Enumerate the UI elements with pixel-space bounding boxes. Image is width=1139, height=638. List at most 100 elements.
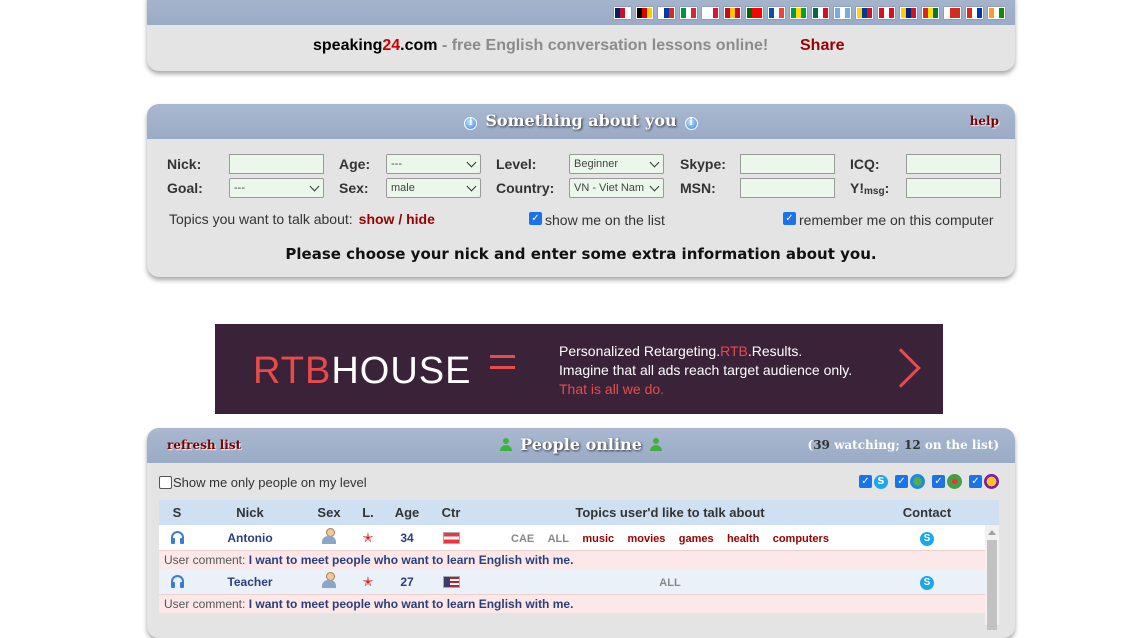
nick-input[interactable] xyxy=(229,154,324,174)
user-nick[interactable]: Antonio xyxy=(195,531,305,545)
topics-toggle-link[interactable]: show / hide xyxy=(359,211,435,227)
user-nick[interactable]: Teacher xyxy=(195,575,305,589)
remember-me-checkbox[interactable]: ✓ xyxy=(783,212,796,225)
flag-mx-icon[interactable] xyxy=(812,7,829,19)
col-level-header[interactable]: L. xyxy=(353,505,383,520)
topic-tag: games xyxy=(678,532,714,545)
level-star-icon: ✭ xyxy=(362,529,374,545)
topics-row: Topics you want to talk about: show / hid… xyxy=(169,211,435,227)
chevron-down-icon xyxy=(466,181,477,192)
chevron-right-icon[interactable] xyxy=(881,348,921,388)
site-name: speaking24.com - free English conversati… xyxy=(313,37,769,54)
skype-icon[interactable]: S xyxy=(920,575,934,590)
col-country-header[interactable]: Ctr xyxy=(431,505,471,520)
flag-bo-icon[interactable] xyxy=(922,7,939,19)
goal-label: Goal: xyxy=(167,180,203,196)
info-icon[interactable]: i xyxy=(684,117,698,130)
flag-it-icon[interactable] xyxy=(680,7,697,19)
flag-co-icon[interactable] xyxy=(856,7,873,19)
headphones-icon xyxy=(170,574,184,588)
level-tag: ALL xyxy=(547,532,569,545)
level-tag: CAE xyxy=(511,532,535,545)
flag-fr-icon[interactable] xyxy=(768,7,785,19)
skype-filter[interactable]: ✓ S xyxy=(859,474,888,489)
scroll-up-icon[interactable] xyxy=(988,530,996,535)
flag-cl-icon[interactable] xyxy=(944,7,961,19)
male-user-icon xyxy=(322,572,336,588)
topic-tag: music xyxy=(582,532,615,545)
goal-select[interactable]: --- xyxy=(229,178,324,198)
yahoo-filter[interactable]: ✓ xyxy=(969,474,999,489)
skype-icon: S xyxy=(874,474,888,489)
icq-filter-checkbox[interactable]: ✓ xyxy=(932,475,945,488)
headphones-icon xyxy=(170,530,184,544)
flag-br-icon[interactable] xyxy=(790,7,807,19)
comment-label: User comment: xyxy=(164,597,246,611)
flag-pl-icon[interactable] xyxy=(702,7,719,19)
people-table: S Nick Sex L. Age Ctr Topics user'd like… xyxy=(159,500,999,630)
country-select[interactable]: VN - Viet Nam xyxy=(569,178,664,198)
level-filter-checkbox[interactable] xyxy=(159,476,172,489)
about-you-panel: i Something about you i help Nick: Age: --… xyxy=(147,104,1015,277)
flag-de-icon[interactable] xyxy=(636,7,653,19)
contact-cell: S xyxy=(869,530,985,546)
help-link[interactable]: help xyxy=(970,114,999,128)
flag-us-icon xyxy=(442,576,460,589)
level-star-icon: ✭ xyxy=(362,573,374,589)
flag-pt-icon[interactable] xyxy=(746,7,763,19)
level-label: Level: xyxy=(496,156,537,172)
level-filter-label: Show me only people on my level xyxy=(173,475,367,490)
level-select[interactable]: Beginner xyxy=(569,154,664,174)
col-contact-header: Contact xyxy=(902,505,952,520)
col-nick-header[interactable]: Nick xyxy=(195,505,305,520)
msn-filter-checkbox[interactable]: ✓ xyxy=(895,475,908,488)
msn-filter[interactable]: ✓ xyxy=(895,474,925,489)
nick-label: Nick: xyxy=(167,156,202,172)
about-you-title-row: i Something about you i xyxy=(147,111,1015,130)
col-age-header[interactable]: Age xyxy=(383,505,431,520)
flag-ru-icon[interactable] xyxy=(658,7,675,19)
yahoo-filter-checkbox[interactable]: ✓ xyxy=(969,475,982,488)
instruction-text: Please choose your nick and enter some e… xyxy=(285,245,877,263)
table-row[interactable]: Antonio ✭ 34 CAE ALL music movies games … xyxy=(159,525,985,550)
flag-py-icon[interactable] xyxy=(966,7,983,19)
flag-ve-icon[interactable] xyxy=(900,7,917,19)
skype-input[interactable] xyxy=(740,154,835,174)
sex-select[interactable]: male xyxy=(386,178,481,198)
equals-icon xyxy=(490,355,515,377)
icq-input[interactable] xyxy=(906,154,1001,174)
age-select[interactable]: --- xyxy=(386,154,481,174)
table-row[interactable]: Teacher ✭ 27 ALL S xyxy=(159,569,985,594)
user-comment: I want to meet people who want to learn … xyxy=(248,597,574,611)
info-icon[interactable]: i xyxy=(464,117,478,130)
ad-banner[interactable]: RTBHOUSE Personalized Retargeting.RTB.Re… xyxy=(215,324,943,414)
user-comment-row: User comment: I want to meet people who … xyxy=(159,550,985,569)
col-sex-header[interactable]: Sex xyxy=(305,505,353,520)
flag-pe-icon[interactable] xyxy=(878,7,895,19)
show-on-list-checkbox[interactable]: ✓ xyxy=(529,212,542,225)
flag-ar-icon[interactable] xyxy=(834,7,851,19)
icq-label: ICQ: xyxy=(850,156,880,172)
share-link[interactable]: Share xyxy=(800,37,844,55)
flag-uk-icon[interactable] xyxy=(614,7,631,19)
ad-logo: RTBHOUSE xyxy=(253,350,472,392)
table-scrollbar[interactable] xyxy=(985,525,999,630)
user-comment: I want to meet people who want to learn … xyxy=(248,553,574,567)
headphones-cell xyxy=(159,530,195,545)
ymsg-input[interactable] xyxy=(906,178,1001,198)
people-online-header: refresh list People online (39 watching;… xyxy=(147,428,1015,463)
age-label: Age: xyxy=(339,156,371,172)
skype-filter-checkbox[interactable]: ✓ xyxy=(859,475,872,488)
icq-filter[interactable]: ✓ xyxy=(932,474,962,489)
topics-cell: CAE ALL music movies games health comput… xyxy=(471,531,869,545)
language-flags xyxy=(614,7,1005,19)
msn-input[interactable] xyxy=(740,178,835,198)
col-s-header[interactable]: S xyxy=(159,505,195,520)
sex-cell xyxy=(305,572,353,591)
flag-in-icon[interactable] xyxy=(988,7,1005,19)
sex-cell xyxy=(305,528,353,547)
topic-tag: computers xyxy=(772,532,829,545)
skype-icon[interactable]: S xyxy=(920,531,934,546)
flag-es-icon[interactable] xyxy=(724,7,741,19)
headphones-cell xyxy=(159,574,195,589)
